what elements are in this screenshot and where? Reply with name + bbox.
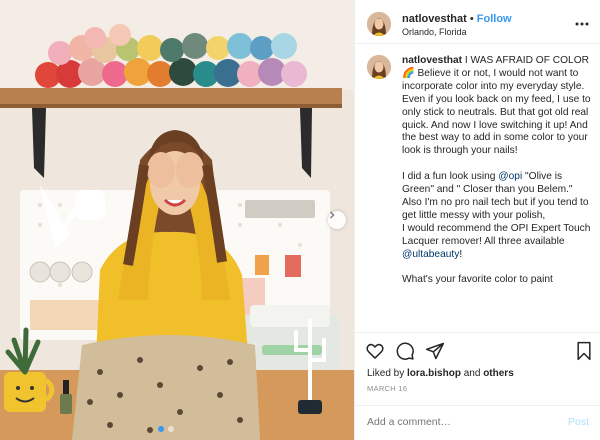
caption-area[interactable]: natlovesthat I WAS AFRAID OF COLOR 🌈 Bel… (355, 45, 600, 332)
share-icon (425, 342, 445, 360)
caption-paragraph: natlovesthat I WAS AFRAID OF COLOR 🌈 Bel… (402, 55, 592, 94)
carousel-next-button[interactable] (328, 211, 346, 229)
likes-others-link[interactable]: others (483, 368, 514, 379)
post-header: natlovesthat • Follow Orlando, Florida (355, 0, 600, 44)
avatar-image (367, 12, 391, 36)
mention-link[interactable]: @ultabeauty (402, 249, 459, 260)
post-location[interactable]: Orlando, Florida (402, 27, 467, 37)
caption-paragraph: I would recommend the OPI Expert Touch L… (402, 223, 592, 262)
post-side-panel: natlovesthat • Follow Orlando, Florida n… (354, 0, 600, 440)
photo-illustration (0, 0, 354, 440)
caption-paragraph: I did a fun look using @opi "Olive is Gr… (402, 171, 592, 223)
carousel-dot (168, 426, 174, 432)
header-username[interactable]: natlovesthat (402, 13, 467, 25)
post-comment-button[interactable]: Post (568, 416, 589, 428)
comment-bar: Post (355, 405, 600, 440)
likes-summary: Liked by lora.bishop and others (367, 368, 514, 379)
like-button[interactable] (365, 341, 385, 366)
header-separator: • (469, 13, 474, 25)
caption-text: I would recommend the OPI Expert Touch L… (402, 222, 591, 247)
caption-text: Even if you look back on my feed, I use … (402, 93, 591, 157)
chevron-right-icon (330, 211, 335, 219)
caption-text: ! (459, 248, 463, 260)
post-photo[interactable] (0, 0, 354, 440)
follow-button[interactable]: Follow (477, 13, 512, 25)
post-caption: natlovesthat I WAS AFRAID OF COLOR 🌈 Bel… (402, 55, 592, 287)
post-actions (355, 332, 600, 370)
bookmark-icon (577, 341, 591, 361)
avatar-image (367, 55, 391, 79)
carousel-dot (158, 426, 164, 432)
likes-prefix: Liked by (367, 368, 408, 379)
post-date[interactable]: MARCH 16 (367, 384, 407, 393)
avatar[interactable] (367, 55, 391, 79)
heart-icon (366, 343, 384, 359)
header-user-line: natlovesthat • Follow (402, 13, 512, 25)
caption-text: What's your favorite color to paint (402, 274, 553, 286)
more-horizontal-icon (575, 22, 589, 26)
liked-by-user-link[interactable]: lora.bishop (407, 368, 461, 379)
share-button[interactable] (425, 341, 445, 366)
caption-username[interactable]: natlovesthat (402, 55, 462, 66)
comment-button[interactable] (395, 341, 415, 366)
comment-icon (396, 342, 414, 360)
save-button[interactable] (575, 341, 593, 366)
mention-link[interactable]: @opi (498, 171, 522, 182)
more-options-button[interactable] (575, 13, 589, 29)
avatar[interactable] (367, 12, 391, 36)
comment-input[interactable] (367, 416, 547, 428)
carousel-indicators (158, 426, 174, 432)
likes-middle: and (460, 368, 484, 379)
caption-text: I did a fun look using (402, 171, 499, 183)
